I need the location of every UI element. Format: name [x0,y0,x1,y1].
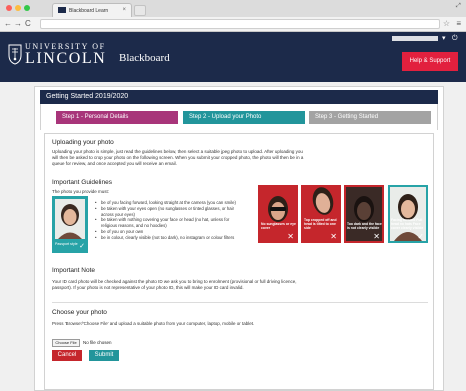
note-heading: Important Note [52,267,95,274]
list-item: be in colour, clearly visible (not too d… [95,235,245,241]
cancel-button[interactable]: Cancel [52,350,82,361]
help-support-button[interactable]: Help & Support [402,52,458,71]
guidelines-heading: Important Guidelines [52,179,112,186]
example-photo-correct: Facing forward Full head no hats Face co… [388,185,428,243]
blackboard-favicon-icon [58,7,66,13]
tab-step-3[interactable]: Step 3 - Getting Started [309,111,431,124]
choose-heading: Choose your photo [52,309,107,316]
power-icon[interactable]: ⏻ [452,34,458,43]
new-tab-button[interactable] [134,5,146,16]
maximize-window-button[interactable] [24,5,30,11]
example-caption: Too dark and the face is not clearly vis… [347,222,382,230]
passport-example: Passport style ✓ [52,196,88,253]
browser-tab[interactable]: Blackboard Learn × [52,3,132,17]
upload-intro: Uploading your photo is simple, just rea… [52,149,304,167]
university-crest-icon [8,44,22,65]
close-window-button[interactable] [6,5,12,11]
url-input[interactable] [40,19,440,29]
guidelines-list: be of you facing forward, looking straig… [95,200,245,241]
example-photo-sunglasses: No sunglasses or eye cover ✕ [258,185,298,243]
passport-caption: Passport style [55,242,78,246]
address-bar: ← → C ☆ ≡ [0,17,466,32]
forward-arrow-icon[interactable]: → [14,19,22,29]
bookmark-star-icon[interactable]: ☆ [443,19,450,29]
example-caption: Top cropped off and head is tilted to on… [304,218,337,230]
cross-icon: ✕ [373,232,380,241]
minimize-window-button[interactable] [15,5,21,11]
list-item: be taken with your eyes open (no sunglas… [95,206,245,218]
blackboard-logo-text: Blackboard [119,52,170,64]
choose-file-button[interactable]: Choose File [52,339,80,347]
check-icon: ✓ [417,232,424,241]
guidelines-intro: The photo you provide must: [52,189,110,194]
tab-step-2[interactable]: Step 2 - Upload your Photo [183,111,305,124]
tab-close-icon[interactable]: × [122,7,126,13]
user-menu-icon[interactable]: ▾ [442,34,446,43]
note-text: Your ID card photo will be checked again… [52,279,297,291]
browser-menu-icon[interactable]: ≡ [456,19,461,29]
upload-heading: Uploading your photo [52,139,114,146]
user-tools: ▾ ⏻ [392,34,462,44]
page-title: Getting Started 2019/2020 [40,90,438,104]
example-photo-too-dark: Too dark and the face is not clearly vis… [344,185,384,243]
passport-photo [55,199,85,239]
cross-icon: ✕ [330,232,337,241]
example-photo-tilted: Top cropped off and head is tilted to on… [301,185,341,243]
check-icon: ✓ [79,243,85,250]
site-header: UNIVERSITY OF LINCOLN Blackboard ▾ ⏻ [0,32,466,82]
example-caption: No sunglasses or eye cover [261,222,296,230]
reload-icon[interactable]: C [25,19,31,29]
back-arrow-icon[interactable]: ← [4,19,12,29]
submit-button[interactable]: Submit [89,350,119,361]
tab-title: Blackboard Learn [69,8,109,14]
steps-bar: Step 1 - Personal Details Step 2 - Uploa… [40,104,438,130]
choose-text: Press 'Browse'/'Choose File' and upload … [52,321,255,326]
divider [52,302,428,303]
list-item: be taken with nothing covering your face… [95,217,245,229]
window-resize-icon[interactable]: ⤢ [456,3,461,10]
cross-icon: ✕ [287,232,294,241]
tab-step-1[interactable]: Step 1 - Personal Details [56,111,178,124]
university-name-line2: LINCOLN [25,50,107,67]
user-name-bar[interactable] [392,36,438,41]
browser-tab-bar: Blackboard Learn × ⤢ [0,0,466,17]
example-caption: Facing forward Full head no hats Face co… [391,218,424,230]
file-status: No file chosen [83,340,112,345]
